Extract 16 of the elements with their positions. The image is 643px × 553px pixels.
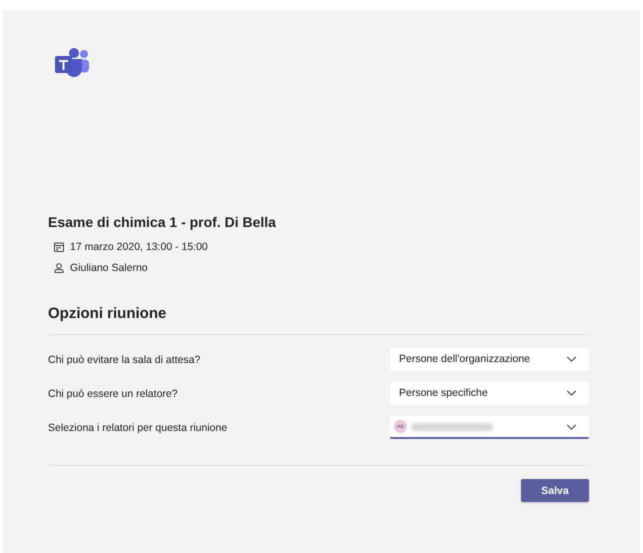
dropdown[interactable]: Persone dell'organizzazione	[390, 348, 589, 371]
save-button[interactable]: Salva	[521, 479, 589, 502]
option-label: Seleziona i relatori per questa riunione	[48, 422, 228, 434]
section-heading: Opzioni riunione	[48, 305, 168, 322]
meeting-title: Esame di chimica 1 - prof. Di Bella	[48, 214, 277, 230]
organizer-name: Giuliano Salerno	[70, 262, 148, 274]
calendar-icon	[54, 242, 64, 252]
option-label: Chi può evitare la sala di attesa?	[48, 354, 200, 366]
dropdown[interactable]: Persone specifiche	[390, 382, 589, 405]
option-label: Chi può essere un relatore?	[48, 388, 178, 400]
person-icon	[54, 263, 64, 273]
chevron-down-icon	[566, 424, 577, 430]
teams-logo-icon	[53, 47, 91, 79]
chevron-down-icon	[566, 390, 577, 396]
chevron-down-icon	[566, 356, 577, 362]
meeting-date: 17 marzo 2020, 13:00 - 15:00	[70, 241, 208, 253]
